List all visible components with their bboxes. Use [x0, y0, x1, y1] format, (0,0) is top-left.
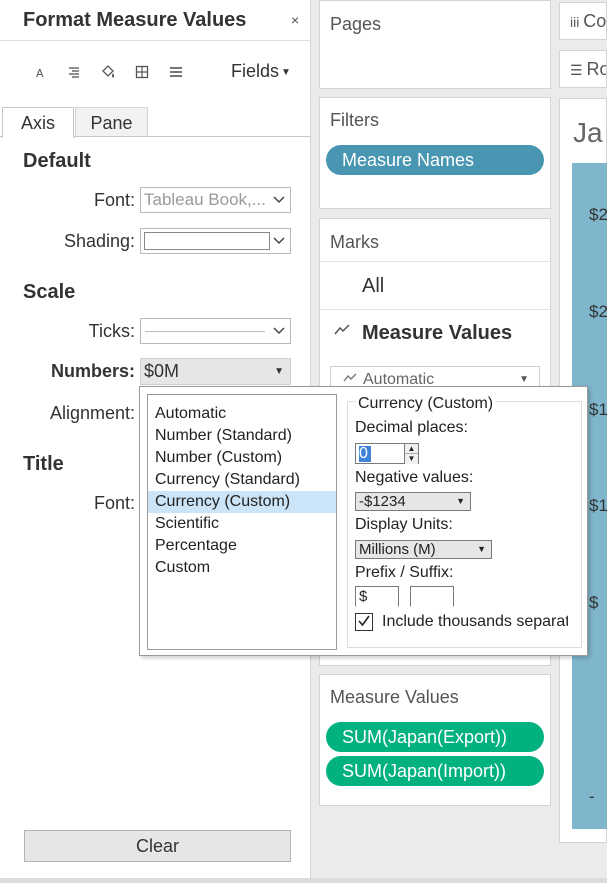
- pages-title: Pages: [330, 14, 382, 34]
- columns-shelf[interactable]: iii Columns: [559, 2, 607, 40]
- format-option[interactable]: Percentage: [148, 535, 336, 557]
- caret-down-icon: ▼: [281, 66, 291, 78]
- negative-values-select[interactable]: -$1234 ▼: [355, 492, 471, 511]
- section-title: Title: [23, 453, 64, 475]
- stepper-down-icon[interactable]: ▼: [404, 454, 418, 464]
- format-option[interactable]: Currency (Standard): [148, 469, 336, 491]
- decimal-places-value: 0: [359, 445, 368, 462]
- measure-pill-export[interactable]: SUM(Japan(Export)): [326, 722, 544, 752]
- format-alignment-icon[interactable]: [65, 63, 83, 81]
- font-dropdown[interactable]: Tableau Book,...: [140, 187, 291, 213]
- section-scale: Scale: [23, 281, 76, 303]
- ticks-dropdown[interactable]: [140, 318, 291, 344]
- chevron-down-icon: [270, 229, 288, 253]
- marks-all-label: All: [362, 275, 385, 297]
- negative-values-label: Negative values:: [355, 469, 474, 486]
- svg-text:A: A: [36, 67, 44, 80]
- display-units-value: Millions (M): [359, 541, 436, 558]
- shading-dropdown[interactable]: [140, 228, 291, 254]
- check-icon: [358, 615, 370, 627]
- stepper-up-icon[interactable]: ▲: [404, 444, 418, 454]
- display-units-label: Display Units:: [355, 516, 453, 533]
- numbers-dropdown[interactable]: $0M ▼: [140, 358, 291, 385]
- rows-shelf[interactable]: ☰ Rows: [559, 50, 607, 88]
- filter-pill-measure-names[interactable]: Measure Names: [326, 145, 544, 175]
- close-icon[interactable]: ×: [291, 12, 299, 28]
- decimal-places-label: Decimal places:: [355, 419, 468, 436]
- y-axis-label: $2: [589, 302, 607, 321]
- font-label: Font:: [93, 190, 135, 210]
- y-axis-label: $2: [589, 205, 607, 224]
- columns-icon: iii: [570, 14, 584, 30]
- chevron-down-icon: [270, 319, 288, 343]
- measure-values-card: Measure Values SUM(Japan(Export)) SUM(Ja…: [319, 674, 551, 806]
- marks-measure-values-label: Measure Values: [362, 322, 513, 344]
- format-borders-icon[interactable]: [133, 63, 151, 81]
- color-swatch: [144, 232, 270, 250]
- numbers-label: Numbers:: [50, 361, 135, 381]
- filters-title: Filters: [330, 110, 379, 130]
- title-font-label: Font:: [93, 493, 135, 513]
- suffix-input[interactable]: [410, 586, 454, 607]
- group-title: Currency (Custom): [356, 395, 496, 413]
- display-units-select[interactable]: Millions (M) ▼: [355, 540, 492, 559]
- ticks-label: Ticks:: [88, 321, 135, 341]
- decimal-places-stepper[interactable]: 0 ▲ ▼: [355, 443, 419, 464]
- shading-label: Shading:: [63, 231, 135, 251]
- rows-label: Rows: [586, 59, 606, 79]
- pages-card: Pages: [319, 0, 551, 89]
- caret-down-icon: ▼: [456, 496, 465, 506]
- columns-label: Columns: [583, 11, 607, 31]
- format-shading-icon[interactable]: [99, 63, 117, 81]
- format-option[interactable]: Number (Custom): [148, 447, 336, 469]
- y-axis-label: $1: [589, 496, 607, 515]
- measure-values-title: Measure Values: [330, 687, 459, 707]
- font-value: Tableau Book,...: [144, 190, 266, 209]
- format-lines-icon[interactable]: [167, 63, 185, 81]
- filters-card: Filters Measure Names: [319, 97, 551, 209]
- clear-button[interactable]: Clear: [24, 830, 291, 862]
- number-format-popup: Automatic Number (Standard) Number (Cust…: [139, 386, 588, 656]
- format-option[interactable]: Custom: [148, 557, 336, 579]
- view-title: Ja: [573, 117, 603, 148]
- alignment-label: Alignment:: [49, 403, 135, 423]
- y-axis-label: $: [589, 593, 599, 612]
- fields-dropdown[interactable]: Fields ▼: [231, 61, 291, 82]
- numbers-value: $0M: [144, 361, 180, 381]
- number-format-list[interactable]: Automatic Number (Standard) Number (Cust…: [147, 394, 337, 650]
- rows-icon: ☰: [570, 62, 587, 78]
- tableau-workspace: Format Measure Values × A Fields ▼ Axis P…: [0, 0, 607, 883]
- status-strip: [0, 878, 607, 883]
- tab-axis[interactable]: Axis: [2, 107, 74, 138]
- format-option-selected[interactable]: Currency (Custom): [148, 491, 336, 513]
- tab-pane[interactable]: Pane: [75, 107, 148, 137]
- measure-pill-import[interactable]: SUM(Japan(Import)): [326, 756, 544, 786]
- format-option[interactable]: Number (Standard): [148, 425, 336, 447]
- format-option[interactable]: Scientific: [148, 513, 336, 535]
- format-option[interactable]: Automatic: [148, 403, 336, 425]
- fields-label: Fields: [231, 61, 280, 81]
- marks-title: Marks: [330, 232, 379, 252]
- y-axis-label: -: [589, 787, 595, 806]
- line-chart-icon: [334, 323, 350, 340]
- format-panel-title: Format Measure Values: [23, 9, 247, 31]
- marks-measure-values-row[interactable]: Measure Values: [320, 309, 550, 357]
- caret-down-icon: ▼: [274, 366, 284, 377]
- prefix-input[interactable]: $: [355, 586, 399, 607]
- marks-all-row[interactable]: All: [320, 261, 550, 309]
- divider: [0, 40, 311, 41]
- caret-down-icon: ▼: [477, 544, 486, 554]
- format-font-icon[interactable]: A: [31, 63, 49, 81]
- chevron-down-icon: [270, 188, 288, 212]
- thousands-separator-checkbox[interactable]: [355, 613, 373, 631]
- negative-values-value: -$1234: [359, 493, 406, 510]
- y-axis-label: $1: [589, 400, 607, 419]
- section-default: Default: [23, 150, 91, 172]
- prefix-suffix-label: Prefix / Suffix:: [355, 564, 454, 581]
- line-swatch: [145, 331, 265, 332]
- thousands-separator-label: Include thousands separat: [382, 613, 568, 630]
